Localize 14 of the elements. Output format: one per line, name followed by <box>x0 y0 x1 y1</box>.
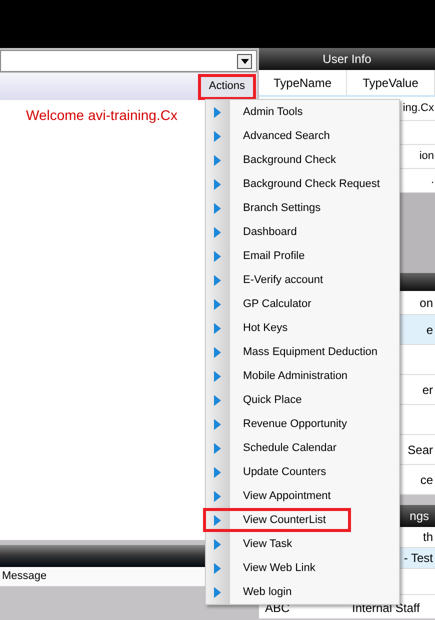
table-cell-text: th <box>422 529 433 546</box>
table-cell-text: ing.Cx <box>402 101 434 116</box>
table-cell-text: ion <box>419 149 434 164</box>
table-cell-text: er <box>422 382 433 398</box>
column-header: Message <box>2 569 47 584</box>
panel-title: ngs <box>410 508 429 525</box>
table-cell-text: ce <box>420 472 433 488</box>
table-cell-text: Sear <box>408 442 433 458</box>
table-cell-text: Internal Staff <box>352 600 420 617</box>
welcome-text: Welcome avi-training.Cx <box>26 107 178 123</box>
panel-title: User Info <box>322 51 372 68</box>
table-cell-text: - Test <box>404 550 433 567</box>
table-cell-text: e <box>426 322 433 338</box>
table-cell-text: . <box>430 173 434 188</box>
